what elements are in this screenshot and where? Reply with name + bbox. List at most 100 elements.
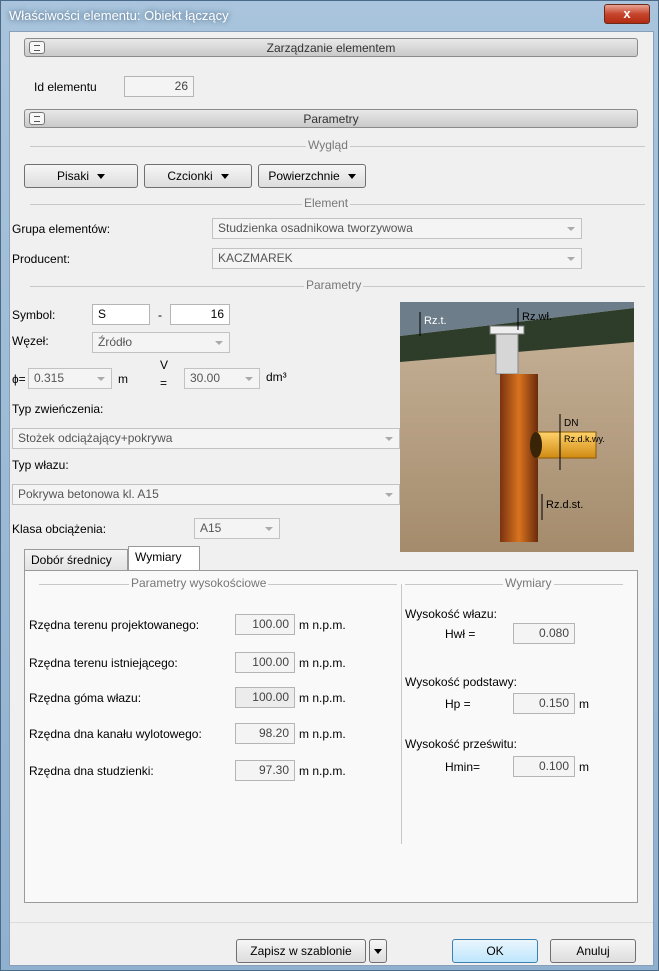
height-row-label: Rzędna dna studzienki: [29,764,154,778]
hwl-label: Hwł = [445,627,476,641]
element-group-select[interactable]: Studzienka osadnikowa tworzywowa [212,218,582,239]
dialog-client-area: Zarządzanie elementem Id elementu 26 Par… [9,31,654,966]
top-type-select[interactable]: Stożek odciążający+pokrywa [12,428,400,449]
chevron-down-icon [245,377,253,381]
tab-label: Wymiary [135,550,182,564]
hp-field[interactable]: 0.150 [513,693,575,714]
producer-select[interactable]: KACZMAREK [212,248,582,269]
height-row-label: Rzędna góma włazu: [29,691,142,705]
hmin-field[interactable]: 0.100 [513,756,575,777]
chevron-down-icon [97,377,105,381]
height-row-unit: m n.p.m. [299,656,346,670]
parameters-section-header[interactable]: Parametry [24,109,638,128]
save-template-dropdown-button[interactable] [369,939,387,963]
window-title: Właściwości elementu: Obiekt łączący [9,8,229,23]
height-row-value[interactable]: 100.00 [235,652,295,673]
height-row-label: Rzędna dna kanału wylotowego: [29,727,202,741]
height-params-group-title: Parametry wysokościowe [129,576,269,590]
id-label: Id elementu [34,80,97,94]
rzwl-label: Rz.wł. [522,311,552,323]
parameters-section-title: Parametry [303,112,359,126]
pens-button[interactable]: Pisaki [24,164,138,188]
dimensions-group-title: Wymiary [503,576,554,590]
element-group-title: Element [302,196,351,210]
symbol-number-field[interactable]: 16 [170,304,230,325]
height-row-unit: m n.p.m. [299,618,346,632]
management-section-header[interactable]: Zarządzanie elementem [24,38,638,57]
chevron-down-icon [385,437,393,441]
height-row-unit: m n.p.m. [299,727,346,741]
fonts-label: Czcionki [167,169,213,183]
dropdown-arrow-icon [374,949,382,955]
footer-separator [10,922,653,923]
well-diagram-image: Rz.t. Rz.wł. DN Rz.d.k.wy. Rz.d.st. [400,302,634,552]
save-template-button[interactable]: Zapisz w szablonie [236,939,366,963]
height-row-value[interactable]: 98.20 [235,723,295,744]
top-type-label: Typ zwieńczenia: [12,402,104,416]
node-label: Węzeł: [12,334,49,348]
panel-divider [401,584,402,844]
tab-diameter-selection[interactable]: Dobór średnicy [24,549,128,571]
dimensions-tab-panel: Parametry wysokościowe Rzędna terenu pro… [24,570,638,903]
volume-label-bottom: = [160,376,168,390]
node-value: Źródło [98,335,133,349]
hmin-label: Hmin= [445,760,481,774]
cancel-button[interactable]: Anuluj [550,939,636,963]
producer-value: KACZMAREK [218,251,293,265]
diameter-label: ɸ= [12,372,26,386]
hwl-field[interactable]: 0.080 [513,623,575,644]
hp-unit: m [579,697,589,711]
close-button[interactable]: x [604,4,650,24]
chevron-down-icon [567,257,575,261]
chevron-down-icon [385,493,393,497]
diameter-unit: m [118,372,128,386]
chevron-down-icon [265,527,273,531]
id-field: 26 [124,76,194,97]
symbol-separator: - [158,308,162,322]
height-row-value[interactable]: 97.30 [235,760,295,781]
element-group-value: Studzienka osadnikowa tworzywowa [218,221,413,235]
height-row-unit: m n.p.m. [299,764,346,778]
surfaces-button[interactable]: Powierzchnie [258,164,366,188]
hatch-type-label: Typ włazu: [12,458,69,472]
volume-value: 30.00 [190,371,221,385]
diameter-select[interactable]: 0.315 [28,368,112,389]
volume-unit: dm³ [266,370,287,384]
base-height-label: Wysokość podstawy: [405,675,517,689]
load-class-select[interactable]: A15 [194,518,280,539]
rzdkwy-label: Rz.d.k.wy. [564,434,605,444]
dropdown-arrow-icon [347,174,356,180]
hatch-type-value: Pokrywa betonowa kl. A15 [18,487,159,501]
volume-select[interactable]: 30.00 [184,368,260,389]
load-class-label: Klasa obciążenia: [12,522,107,536]
management-section-title: Zarządzanie elementem [266,41,396,55]
volume-label-top: V [160,358,169,372]
tab-label: Dobór średnicy [31,553,112,567]
dropdown-arrow-icon [97,174,105,180]
height-row-value: 100.00 [235,687,295,708]
producer-label: Producent: [12,252,71,266]
tab-dimensions[interactable]: Wymiary [128,546,200,571]
hp-label: Hp = [445,697,471,711]
element-group-label: Grupa elementów: [12,222,111,236]
hatch-type-select[interactable]: Pokrywa betonowa kl. A15 [12,484,400,505]
node-select[interactable]: Źródło [92,332,230,353]
load-class-value: A15 [200,521,222,535]
properties-window: Właściwości elementu: Obiekt łączący x Z… [0,0,659,971]
appearance-group-title: Wygląd [306,138,350,152]
ok-button[interactable]: OK [452,939,538,963]
dn-label: DN [564,418,578,429]
height-row-value[interactable]: 100.00 [235,614,295,635]
symbol-label: Symbol: [12,308,56,322]
chevron-down-icon [567,227,575,231]
pens-label: Pisaki [56,169,89,183]
rzdst-label: Rz.d.st. [546,499,583,511]
clearance-label: Wysokość prześwitu: [405,737,517,751]
fonts-button[interactable]: Czcionki [144,164,252,188]
rzt-label: Rz.t. [424,315,447,327]
parameters-group-title: Parametry [304,278,364,292]
symbol-field[interactable]: S [92,304,150,325]
chevron-down-icon [215,341,223,345]
title-bar: Właściwości elementu: Obiekt łączący x [1,1,658,31]
dropdown-arrow-icon [220,174,229,180]
